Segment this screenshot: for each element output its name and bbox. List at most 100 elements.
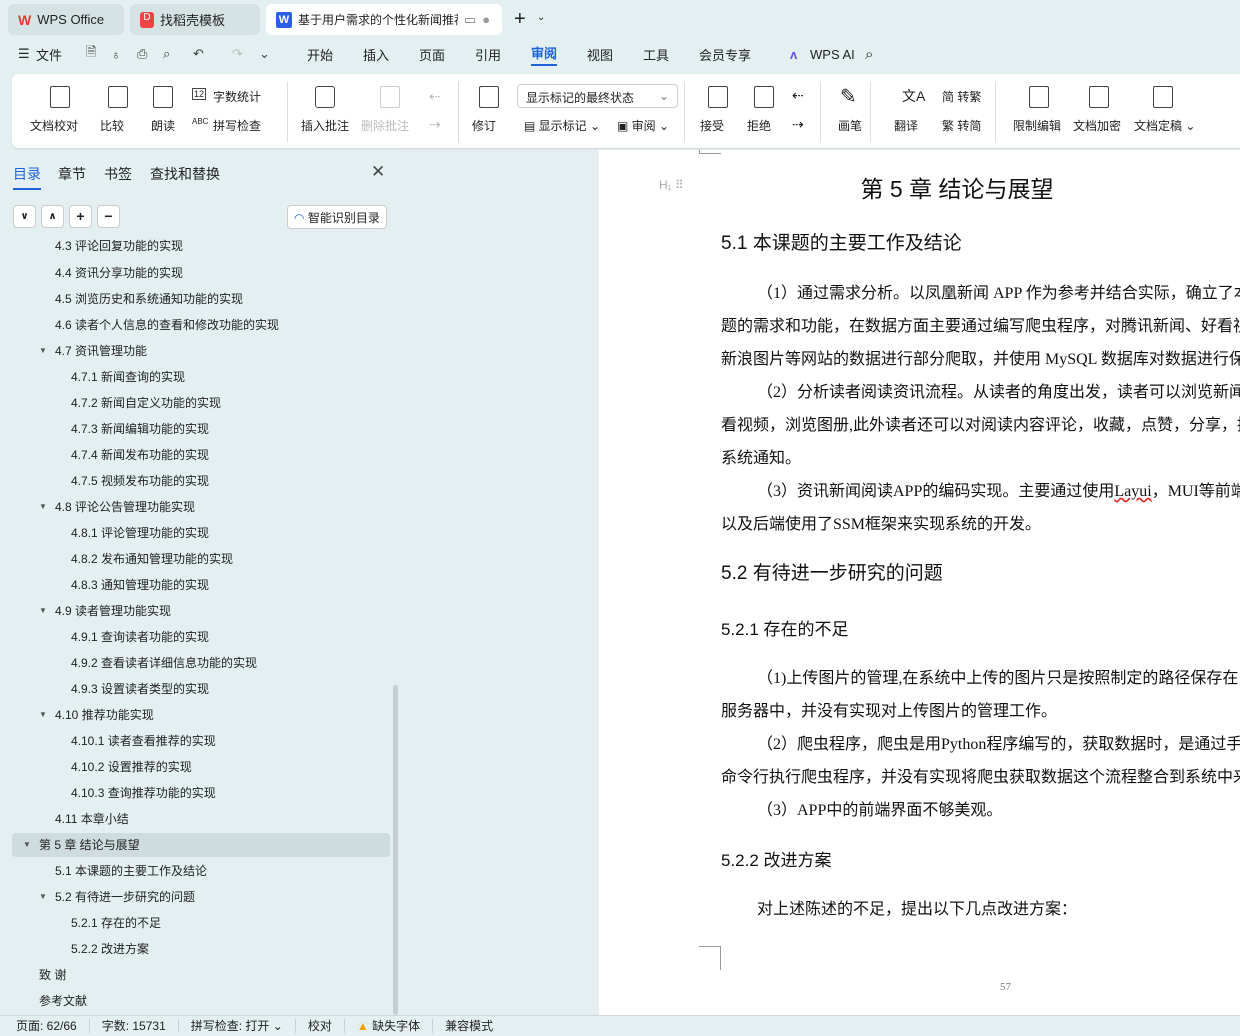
smart-toc-button[interactable]: ◠ 智能识别目录 [287, 205, 387, 229]
toc-item[interactable]: 4.11 本章小结 [12, 807, 390, 831]
tab-wps-office[interactable]: W WPS Office [8, 4, 124, 35]
menu-insert[interactable]: 插入 [363, 45, 389, 64]
toc-item[interactable]: 4.9.3 设置读者类型的实现 [12, 677, 390, 701]
compare-button[interactable]: 比较 [100, 117, 124, 134]
to-simplified-button[interactable]: 繁 转简 [942, 117, 981, 134]
proofread-button[interactable]: 文档校对 [30, 117, 78, 134]
expand-arrow-icon[interactable]: ▼ [39, 599, 47, 623]
reject-button[interactable]: 拒绝 [747, 117, 771, 134]
toc-item[interactable]: 4.10.2 设置推荐的实现 [12, 755, 390, 779]
toc-item[interactable]: 4.7.5 视频发布功能的实现 [12, 469, 390, 493]
pen-button[interactable]: 画笔 [838, 117, 862, 134]
next-comment-icon[interactable]: ⇢ [429, 116, 441, 133]
menu-file[interactable]: 文件 [36, 45, 62, 64]
expand-arrow-icon[interactable]: ▼ [23, 833, 31, 857]
toc-item[interactable]: ▼ 4.7 资讯管理功能 [12, 339, 390, 363]
proofread-status[interactable]: 校对 [296, 1019, 345, 1033]
page-indicator[interactable]: 页面: 62/66 [0, 1019, 90, 1033]
nav-tab-toc[interactable]: 目录 [13, 164, 41, 190]
word-count[interactable]: 字数: 15731 [90, 1019, 179, 1033]
toc-scrollbar[interactable] [393, 685, 398, 1015]
toc-item[interactable]: 5.1 本课题的主要工作及结论 [12, 859, 390, 883]
toc-item[interactable]: 4.4 资讯分享功能的实现 [12, 261, 390, 285]
delete-comment-button[interactable]: 删除批注 [361, 117, 409, 134]
expand-arrow-icon[interactable]: ▼ [39, 885, 47, 909]
expand-arrow-icon[interactable]: ▼ [39, 703, 47, 727]
close-icon[interactable]: ✕ [371, 162, 385, 182]
menu-wps-ai[interactable]: WPS AI [810, 47, 855, 62]
spell-check-button[interactable]: 拼写检查 [213, 117, 261, 134]
show-markup-button[interactable]: ▤ 显示标记 ⌄ [524, 117, 600, 134]
tab-document[interactable]: W 基于用户需求的个性化新闻推荐 ▭ ● [266, 4, 502, 35]
tab-docer[interactable]: D 找稻壳模板 [130, 4, 260, 35]
toc-item[interactable]: 4.5 浏览历史和系统通知功能的实现 [12, 287, 390, 311]
menu-page[interactable]: 页面 [419, 45, 445, 64]
toc-item[interactable]: 4.7.3 新闻编辑功能的实现 [12, 417, 390, 441]
menu-start[interactable]: 开始 [307, 45, 333, 64]
print-preview-icon[interactable]: ⌕ [163, 46, 170, 62]
revise-button[interactable]: 修订 [472, 117, 496, 134]
more-chevron-icon[interactable]: ⌄ [259, 46, 270, 62]
expand-arrow-icon[interactable]: ▼ [39, 339, 47, 363]
prev-change-icon[interactable]: ⇠ [792, 87, 804, 104]
expand-arrow-icon[interactable]: ▼ [39, 495, 47, 519]
nav-tab-chapters[interactable]: 章节 [58, 164, 86, 184]
menu-member[interactable]: 会员专享 [699, 45, 751, 64]
menu-tools[interactable]: 工具 [643, 45, 669, 64]
search-icon[interactable]: ⌕ [865, 46, 873, 63]
prev-comment-icon[interactable]: ⇠ [429, 88, 441, 105]
toc-item[interactable]: ▼ 4.9 读者管理功能实现 [12, 599, 390, 623]
toc-item[interactable]: 4.6 读者个人信息的查看和修改功能的实现 [12, 313, 390, 337]
next-change-icon[interactable]: ⇢ [792, 116, 804, 133]
menu-reference[interactable]: 引用 [475, 45, 501, 64]
tab-list-chevron-icon[interactable]: ⌄ [537, 12, 545, 23]
missing-font-status[interactable]: ▲ 缺失字体 [345, 1019, 434, 1033]
toc-item[interactable]: 4.7.2 新闻自定义功能的实现 [12, 391, 390, 415]
expand-button[interactable]: + [69, 205, 92, 228]
toc-item[interactable]: ▼ 5.2 有待进一步研究的问题 [12, 885, 390, 909]
markup-state-select[interactable]: 显示标记的最终状态 ⌄ [517, 84, 678, 108]
compat-mode-status[interactable]: 兼容模式 [433, 1019, 505, 1033]
collapse-up-button[interactable]: ∧ [41, 205, 64, 228]
spell-check-status[interactable]: 拼写检查: 打开 ⌄ [179, 1019, 296, 1033]
toc-item[interactable]: 4.8.1 评论管理功能的实现 [12, 521, 390, 545]
toc-item[interactable]: 5.2.1 存在的不足 [12, 911, 390, 935]
toc-item[interactable]: 4.7.1 新闻查询的实现 [12, 365, 390, 389]
new-tab-button[interactable]: + [514, 8, 526, 31]
restrict-edit-button[interactable]: 限制编辑 [1013, 117, 1061, 134]
save-icon[interactable]: 🗎 [86, 43, 96, 65]
toc-item[interactable]: 4.10.1 读者查看推荐的实现 [12, 729, 390, 753]
accept-button[interactable]: 接受 [700, 117, 724, 134]
hamburger-icon[interactable]: ☰ [18, 46, 30, 62]
toc-item[interactable]: ▼ 4.8 评论公告管理功能实现 [12, 495, 390, 519]
toc-item[interactable]: 5.2.2 改进方案 [12, 937, 390, 961]
translate-button[interactable]: 翻译 [894, 117, 918, 134]
print-icon[interactable]: ⎙ [137, 46, 147, 62]
undo-icon[interactable]: ↶ [193, 46, 204, 62]
redo-icon[interactable]: ↷ [232, 46, 243, 62]
toc-item[interactable]: 4.8.2 发布通知管理功能的实现 [12, 547, 390, 571]
read-aloud-button[interactable]: 朗读 [151, 117, 175, 134]
toc-item[interactable]: 4.8.3 通知管理功能的实现 [12, 573, 390, 597]
insert-comment-button[interactable]: 插入批注 [301, 117, 349, 134]
review-pane-button[interactable]: ▣ 审阅 ⌄ [617, 117, 669, 134]
encrypt-button[interactable]: 文档加密 [1073, 117, 1121, 134]
collapse-button[interactable]: − [97, 205, 120, 228]
share-icon[interactable]: ♁ [111, 47, 121, 62]
toc-item[interactable]: 4.9.1 查询读者功能的实现 [12, 625, 390, 649]
to-traditional-button[interactable]: 简 转繁 [942, 88, 981, 105]
toc-item[interactable]: 4.3 评论回复功能的实现 [12, 235, 390, 258]
finalize-button[interactable]: 文档定稿 ⌄ [1134, 117, 1195, 134]
toc-item[interactable]: 参考文献 [12, 989, 390, 1013]
nav-tab-bookmarks[interactable]: 书签 [104, 164, 132, 184]
toc-item[interactable]: ▼ 第 5 章 结论与展望 [12, 833, 390, 857]
menu-view[interactable]: 视图 [587, 45, 613, 64]
toc-item[interactable]: 4.10.3 查询推荐功能的实现 [12, 781, 390, 805]
toc-item[interactable]: ▼ 4.10 推荐功能实现 [12, 703, 390, 727]
toc-item[interactable]: 4.7.4 新闻发布功能的实现 [12, 443, 390, 467]
spelling-error-word[interactable]: Layui [1114, 483, 1151, 500]
menu-review[interactable]: 审阅 [531, 43, 558, 66]
nav-tab-find-replace[interactable]: 查找和替换 [150, 164, 220, 184]
collapse-down-button[interactable]: ∨ [13, 205, 36, 228]
toc-item[interactable]: 4.9.2 查看读者详细信息功能的实现 [12, 651, 390, 675]
